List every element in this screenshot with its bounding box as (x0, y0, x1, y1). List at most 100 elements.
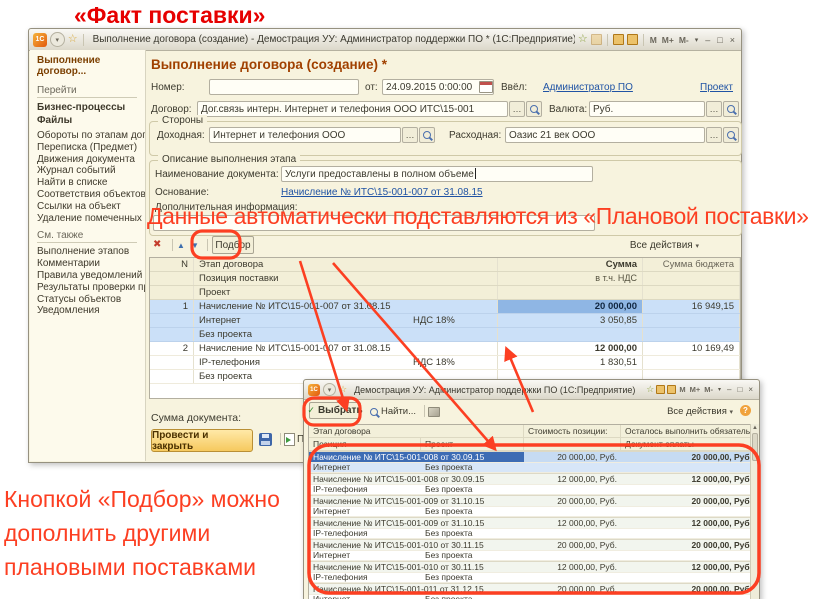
sidebar-item[interactable]: Движения документа (37, 154, 145, 166)
select-button[interactable]: ✓ Выбрать (309, 402, 361, 419)
project-link[interactable]: Проект (700, 82, 733, 93)
maximize-button[interactable]: □ (735, 385, 744, 394)
table-row[interactable]: Начисление № ИТС\15-001-010 от 30.11.15 … (309, 561, 756, 573)
expense-search-button[interactable] (723, 127, 739, 143)
sidebar-item[interactable]: Выполнение этапов (37, 246, 145, 258)
all-actions-button[interactable]: Все действия ▾ (630, 240, 699, 251)
popup-all-actions-button[interactable]: Все действия ▾ (667, 406, 733, 417)
sidebar-item[interactable]: Комментарии (37, 258, 145, 270)
number-input[interactable] (209, 79, 359, 95)
table-row[interactable]: Интернет Без проекта (309, 551, 756, 562)
contract-ellipsis-button[interactable]: … (509, 101, 525, 117)
sidebar-item[interactable]: Бизнес-процессы (37, 101, 145, 114)
contract-search-button[interactable] (526, 101, 542, 117)
calculator-service-icon[interactable] (627, 34, 638, 45)
table-row[interactable]: Интернет Без проекта (309, 595, 756, 599)
podbor-button[interactable]: Подбор (212, 236, 254, 254)
favorites-star-icon[interactable]: ☆ (68, 34, 78, 45)
calendar-service-icon[interactable] (613, 34, 624, 45)
minimize-button[interactable]: – (725, 385, 733, 394)
sidebar-item[interactable]: Переписка (Предмет) (37, 142, 145, 154)
sidebar-item[interactable]: Уведомления (37, 305, 145, 317)
sidebar-item[interactable]: Журнал событий (37, 165, 145, 177)
doc-name-input[interactable]: Услуги предоставлены в полном объеме (281, 166, 593, 182)
main-menu-mplus-button[interactable]: M+ (689, 385, 702, 394)
table-row[interactable]: Начисление № ИТС\15-001-010 от 30.11.15 … (309, 539, 756, 551)
close-button[interactable]: × (746, 385, 755, 394)
help-icon[interactable]: ? (740, 405, 751, 416)
main-titlebar[interactable]: 1С ▾ ☆ Выполнение договора (создание) - … (29, 29, 741, 51)
minimize-button[interactable]: – (703, 35, 712, 45)
income-ellipsis-button[interactable]: … (402, 127, 418, 143)
table-row[interactable]: IP-телефония Без проекта (309, 485, 756, 496)
table-row[interactable]: Без проекта (150, 328, 740, 342)
extra-info-input[interactable] (153, 215, 595, 231)
vertical-scrollbar[interactable]: ▲ (750, 424, 759, 599)
add-favorite-icon[interactable]: ☆ (646, 384, 654, 395)
income-search-button[interactable] (419, 127, 435, 143)
table-row[interactable]: 1 Начисление № ИТС\15-001-007 от 31.08.1… (150, 300, 740, 314)
currency-ellipsis-button[interactable]: … (706, 101, 722, 117)
add-favorite-icon[interactable]: ☆ (578, 34, 588, 45)
sidebar-item[interactable]: Результаты проверки пра... (37, 282, 145, 294)
sidebar-item[interactable]: Найти в списке (37, 177, 145, 189)
scroll-up-icon[interactable]: ▲ (751, 424, 759, 432)
date-input[interactable]: 24.09.2015 0:00:00 (382, 79, 494, 95)
table-row[interactable]: Начисление № ИТС\15-001-008 от 30.09.15 … (309, 451, 756, 463)
calculator-service-icon[interactable] (667, 385, 676, 394)
author-link[interactable]: Администратор ПО (543, 82, 633, 93)
table-row[interactable]: Начисление № ИТС\15-001-009 от 31.10.15 … (309, 495, 756, 507)
table-row[interactable]: IP-телефония Без проекта (309, 573, 756, 584)
income-input[interactable]: Интернет и телефония ООО (209, 127, 401, 143)
table-row[interactable]: IP-телефония Без проекта (309, 529, 756, 540)
service-icon[interactable] (591, 34, 602, 45)
stages-table[interactable]: N Этап договора Сумма Сумма бюджета Пози… (149, 257, 741, 399)
main-menu-mplus-button[interactable]: M+ (661, 35, 675, 45)
post-document-icon[interactable] (284, 433, 295, 446)
maximize-button[interactable]: □ (715, 35, 724, 45)
save-icon[interactable] (259, 433, 272, 446)
post-and-close-button[interactable]: Провести и закрыть (151, 429, 253, 452)
table-row[interactable]: IP-телефония НДС 18% 1 830,51 (150, 356, 740, 370)
basis-link[interactable]: Начисление № ИТС\15-001-007 от 31.08.15 (281, 187, 483, 198)
table-row[interactable]: 2 Начисление № ИТС\15-001-007 от 31.08.1… (150, 342, 740, 356)
system-menu-icon[interactable]: ▾ (323, 383, 336, 396)
chevron-down-icon[interactable]: ▾ (693, 36, 701, 44)
table-row[interactable]: Интернет Без проекта (309, 507, 756, 518)
find-button[interactable]: Найти... (370, 406, 416, 417)
sidebar-item[interactable]: Ссылки на объект (37, 201, 145, 213)
expense-ellipsis-button[interactable]: … (706, 127, 722, 143)
sidebar-item[interactable]: Соответствия объектов (37, 189, 145, 201)
sidebar-item[interactable]: Правила уведомлений (37, 270, 145, 282)
table-row[interactable]: Интернет Без проекта (309, 463, 756, 474)
system-menu-icon[interactable]: ▾ (50, 32, 65, 47)
move-up-icon[interactable]: ▲ (177, 241, 185, 250)
expense-input[interactable]: Оазис 21 век ООО (505, 127, 705, 143)
main-menu-m-button[interactable]: M (649, 35, 658, 45)
scrollbar-thumb[interactable] (752, 433, 758, 461)
main-menu-m-button[interactable]: M (678, 385, 686, 394)
clear-filter-icon[interactable] (428, 407, 440, 417)
calendar-icon[interactable] (479, 81, 493, 93)
sidebar-item[interactable]: Обороты по этапам догов... (37, 130, 145, 142)
move-down-icon[interactable]: ▼ (191, 241, 199, 250)
favorites-star-icon[interactable]: ☆ (339, 384, 347, 395)
currency-search-button[interactable] (723, 101, 739, 117)
main-menu-mminus-button[interactable]: M- (678, 35, 690, 45)
delete-row-icon[interactable]: ✖ (153, 239, 161, 250)
sidebar-item[interactable]: Файлы (37, 114, 145, 127)
main-menu-mminus-button[interactable]: M- (703, 385, 714, 394)
calendar-service-icon[interactable] (656, 385, 665, 394)
sidebar-item[interactable]: Удаление помеченных об... (37, 213, 145, 225)
close-button[interactable]: × (728, 35, 737, 45)
table-row[interactable]: Начисление № ИТС\15-001-009 от 31.10.15 … (309, 517, 756, 529)
table-row[interactable]: Начисление № ИТС\15-001-008 от 30.09.15 … (309, 473, 756, 485)
table-row[interactable]: Интернет НДС 18% 3 050,85 (150, 314, 740, 328)
sidebar-item[interactable]: Статусы объектов (37, 294, 145, 306)
table-row[interactable]: Начисление № ИТС\15-001-011 от 31.12.15 … (309, 583, 756, 595)
chevron-down-icon[interactable]: ▾ (716, 386, 723, 393)
planned-deliveries-table[interactable]: Этап договора Стоимость позиции: Осталос… (308, 424, 757, 599)
contract-input[interactable]: Дог.связь интерн. Интернет и телефония О… (197, 101, 508, 117)
currency-input[interactable]: Руб. (589, 101, 705, 117)
popup-titlebar[interactable]: 1С ▾ ☆ Демострация УУ: Администратор под… (304, 380, 759, 400)
